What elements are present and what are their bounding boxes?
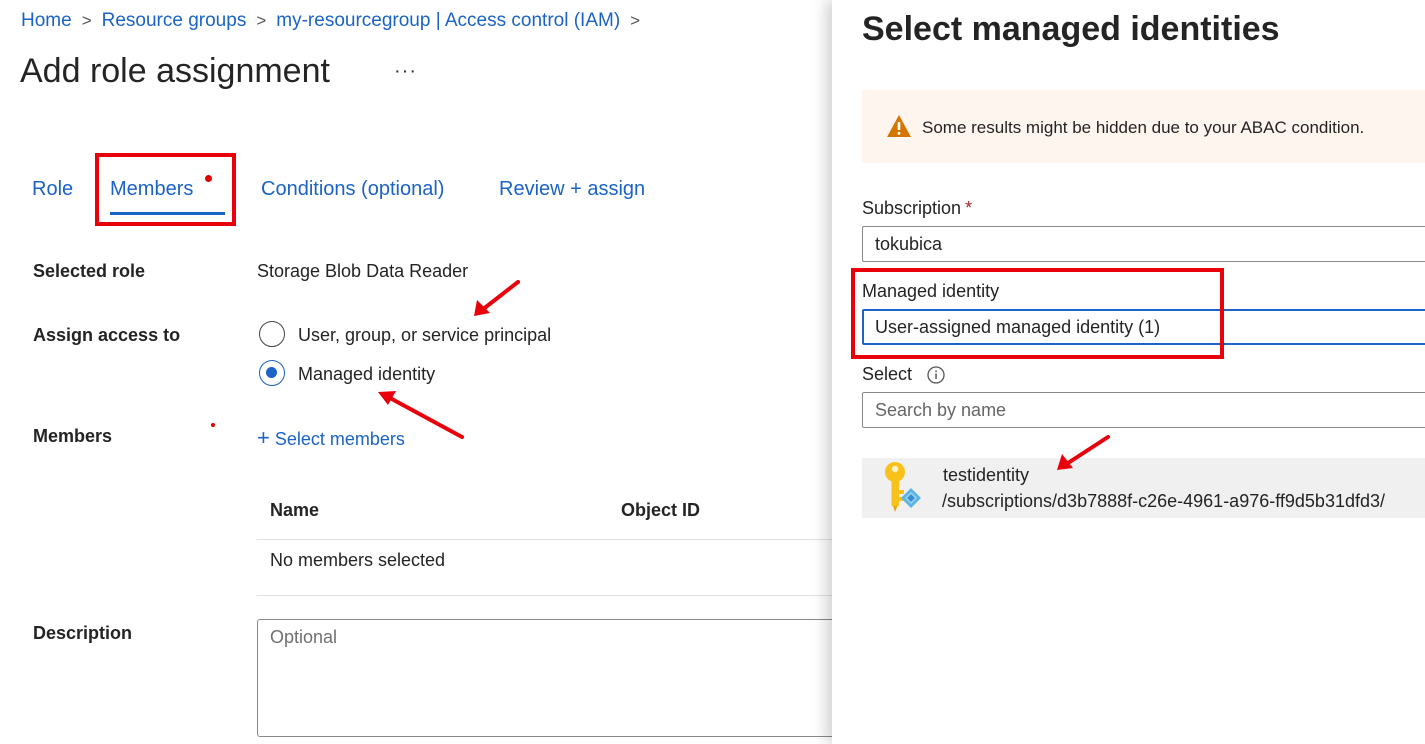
managed-identity-key-icon (885, 462, 921, 512)
add-role-assignment-page: Home > Resource groups > my-resourcegroup | … (0, 0, 837, 744)
required-indicator (211, 423, 215, 427)
abac-warning-banner: Some results might be hidden due to your… (862, 90, 1425, 163)
page-title: Add role assignment (20, 52, 330, 90)
select-label: Select (862, 364, 913, 384)
identity-list-item[interactable]: testidentity /subscriptions/d3b7888f-c26… (862, 458, 1425, 518)
breadcrumb-home[interactable]: Home (21, 10, 72, 31)
search-by-name-input[interactable]: Search by name (862, 392, 1425, 428)
info-icon[interactable] (927, 366, 945, 384)
assign-access-label: Assign access to (33, 325, 181, 345)
select-members-link[interactable]: + Select members (257, 425, 405, 451)
breadcrumb-iam[interactable]: my-resourcegroup | Access control (IAM) (276, 10, 620, 31)
radio-managed-identity[interactable] (259, 360, 285, 386)
annotation-box-managed-identity (851, 268, 1224, 359)
select-members-label: Select members (274, 429, 405, 449)
subscription-label: Subscription * (862, 198, 972, 219)
chevron-right-icon: > (81, 11, 92, 30)
subscription-select[interactable]: tokubica (862, 226, 1425, 262)
option-user-group-sp-label[interactable]: User, group, or service principal (298, 325, 551, 346)
warning-text: Some results might be hidden due to your… (922, 118, 1365, 137)
identity-resource-path: /subscriptions/d3b7888f-c26e-4961-a976-f… (942, 491, 1385, 511)
members-label: Members (33, 426, 113, 446)
panel-title: Select managed identities (862, 10, 1280, 48)
description-input[interactable]: Optional (257, 619, 837, 737)
breadcrumb: Home > Resource groups > my-resourcegroup | … (21, 10, 650, 32)
description-label: Description (33, 623, 133, 643)
radio-user-group-sp[interactable] (259, 321, 285, 347)
tab-role[interactable]: Role (32, 178, 73, 201)
selected-role-label: Selected role (33, 261, 146, 281)
select-managed-identities-panel: Select managed identities Some results m… (832, 0, 1425, 744)
required-asterisk: * (965, 198, 973, 218)
plus-icon: + (257, 425, 270, 450)
table-header-name: Name (270, 500, 320, 520)
tab-conditions[interactable]: Conditions (optional) (261, 178, 444, 201)
table-divider (257, 539, 832, 540)
warning-icon (887, 115, 911, 137)
tab-review-assign[interactable]: Review + assign (499, 178, 645, 201)
more-options-button[interactable]: ··· (394, 60, 417, 83)
selected-role-value: Storage Blob Data Reader (257, 261, 469, 281)
breadcrumb-resource-groups[interactable]: Resource groups (102, 10, 247, 31)
option-managed-identity-label[interactable]: Managed identity (298, 364, 435, 385)
table-header-object-id: Object ID (621, 500, 701, 520)
annotation-box-members-tab (95, 153, 236, 226)
chevron-right-icon: > (630, 11, 641, 30)
chevron-right-icon: > (256, 11, 267, 30)
subscription-label-text: Subscription (862, 198, 962, 218)
table-divider (257, 595, 832, 596)
identity-name: testidentity (943, 465, 1030, 485)
table-empty-message: No members selected (270, 550, 446, 570)
